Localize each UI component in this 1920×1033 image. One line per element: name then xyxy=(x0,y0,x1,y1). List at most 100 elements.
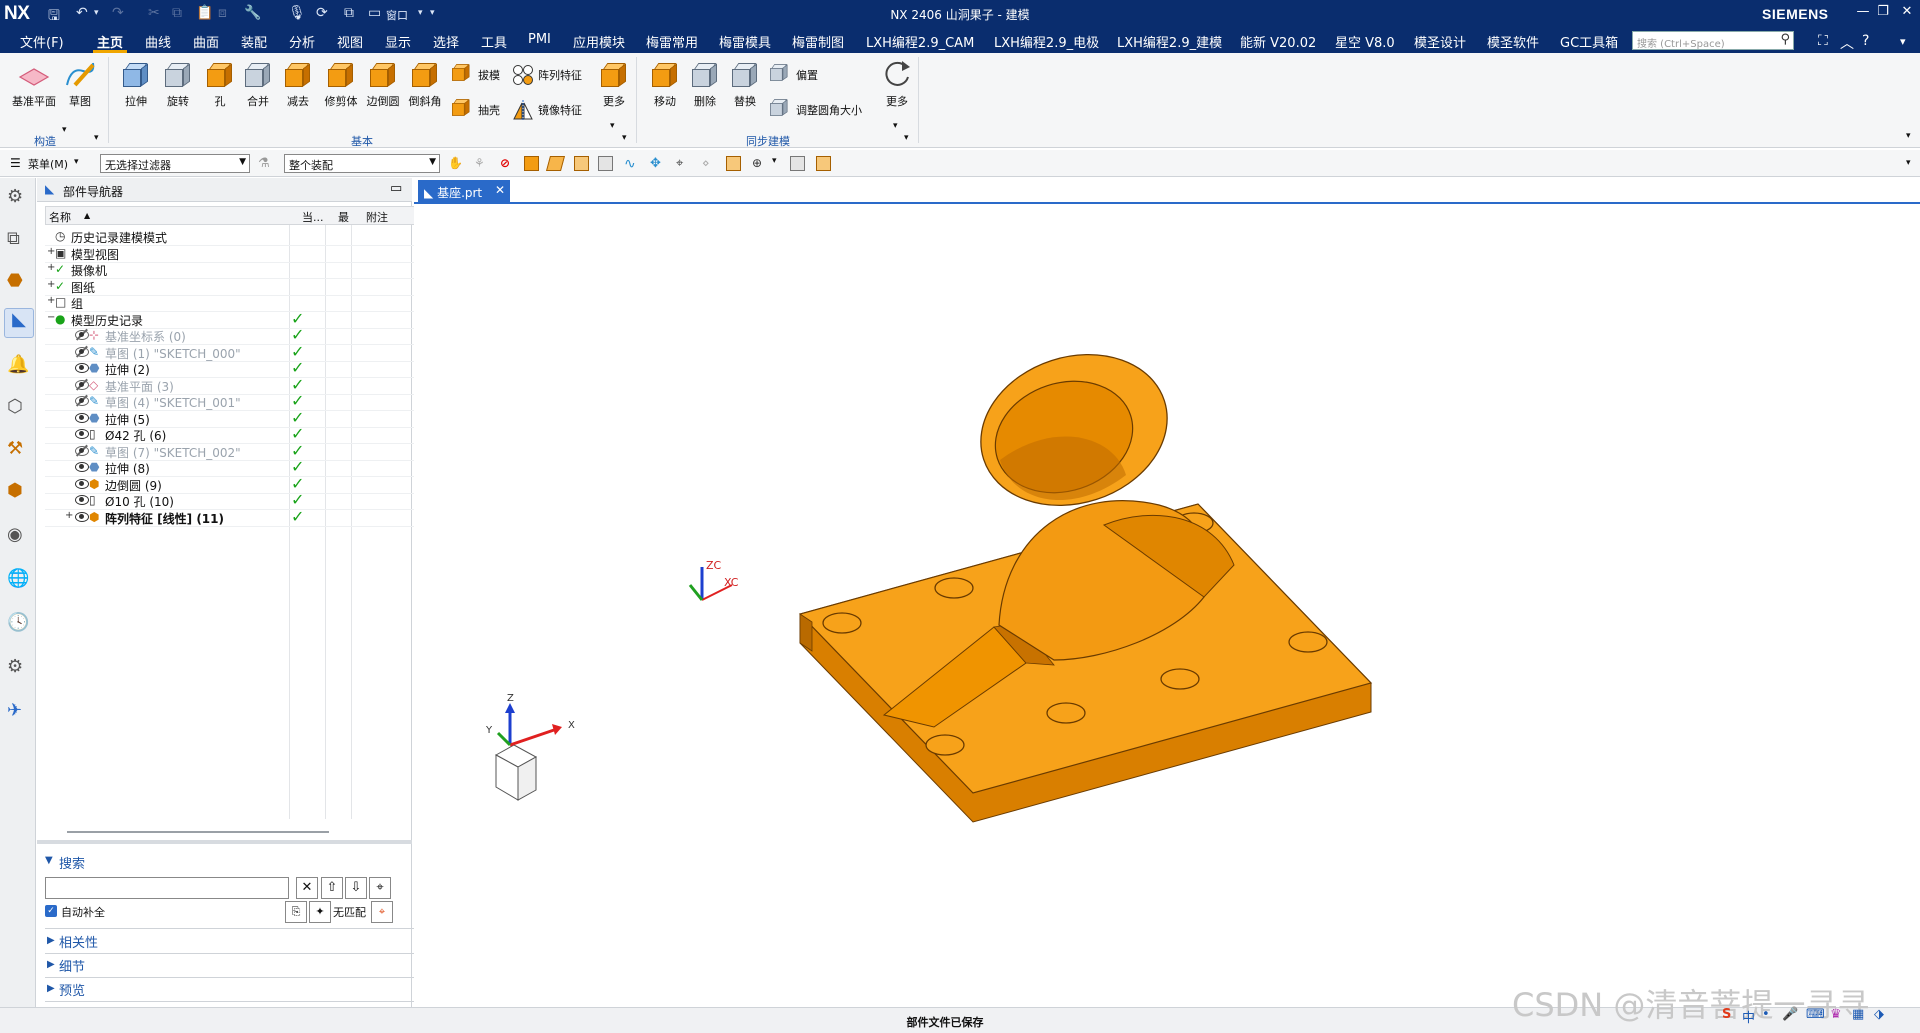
menu-tools[interactable]: 工具 xyxy=(481,32,507,51)
select-all-icon[interactable]: ✋ xyxy=(448,156,463,171)
toolbar-options-icon[interactable]: ▾ xyxy=(1906,158,1911,168)
roles-icon[interactable]: ⚙ xyxy=(7,656,31,680)
search-options-icon[interactable]: ⌖ xyxy=(369,877,391,899)
visible-eye-icon[interactable] xyxy=(75,511,89,522)
assembly-navigator-icon[interactable]: ⧉ xyxy=(7,228,31,252)
construct-group-dropdown-icon[interactable]: ▾ xyxy=(94,133,99,143)
navigator-column-header[interactable]: 名称 ▲ 当... 最 附注 xyxy=(45,206,443,225)
reuse-library-icon[interactable]: ⬡ xyxy=(7,396,31,420)
search-section-title[interactable]: 搜索 xyxy=(59,853,85,872)
feature-filter-icon[interactable] xyxy=(574,156,589,171)
sync-group-dropdown-icon[interactable]: ▾ xyxy=(904,133,909,143)
expand-search-icon[interactable]: ▼ xyxy=(45,855,53,866)
menu-dropdown-icon[interactable]: ▾ xyxy=(74,157,79,167)
trim-body-button[interactable]: 修剪体 xyxy=(320,57,362,109)
minimize-icon[interactable]: — xyxy=(1852,4,1874,24)
render-style-icon[interactable] xyxy=(816,156,831,171)
hidden-eye-icon[interactable] xyxy=(75,378,89,390)
ime-skin-icon[interactable]: ♛ xyxy=(1830,1007,1842,1031)
hole-button[interactable]: 孔 xyxy=(200,57,240,109)
restore-icon[interactable]: ❐ xyxy=(1872,4,1894,24)
hidden-eye-icon[interactable] xyxy=(75,328,89,341)
draft-button[interactable]: 拔模 xyxy=(452,64,500,86)
menu-meilei-common[interactable]: 梅雷常用 xyxy=(646,32,698,51)
find-next-icon[interactable]: ⇩ xyxy=(345,877,367,899)
edge-blend-button[interactable]: 边倒圆 xyxy=(362,57,404,109)
unite-button[interactable]: 合并 xyxy=(238,57,278,109)
ime-more-icon[interactable]: ⬗ xyxy=(1874,1007,1884,1031)
chamfer-button[interactable]: 倒斜角 xyxy=(404,57,446,109)
shell-button[interactable]: 抽壳 xyxy=(452,99,500,121)
menu-surface[interactable]: 曲面 xyxy=(193,32,219,51)
snap-face-icon[interactable] xyxy=(726,156,741,171)
snap-grid-icon[interactable]: ⊕ xyxy=(752,156,767,171)
pattern-feature-button[interactable]: 阵列特征 xyxy=(512,64,582,86)
mirror-feature-button[interactable]: 镜像特征 xyxy=(512,99,582,121)
ime-toolbox-icon[interactable]: ▦ xyxy=(1852,1007,1864,1031)
menu-hamburger-icon[interactable]: ☰ xyxy=(10,156,21,170)
sync-more-dropdown-icon[interactable]: ▾ xyxy=(893,121,898,131)
history-palette-icon[interactable]: ◉ xyxy=(7,524,31,548)
replace-face-button[interactable]: 替换 xyxy=(724,57,766,109)
highlight-results-icon[interactable]: ⎘ xyxy=(285,901,307,923)
menu-meilei-drafting[interactable]: 梅雷制图 xyxy=(792,32,844,51)
basic-group-dropdown-icon[interactable]: ▾ xyxy=(622,133,627,143)
details-section[interactable]: 细节 xyxy=(59,956,85,975)
process-studio-icon[interactable]: 🌐 xyxy=(7,568,31,592)
expand-preview-icon[interactable]: ▶ xyxy=(47,983,55,994)
wildcard-icon[interactable]: ✦ xyxy=(309,901,331,923)
menu-select[interactable]: 选择 xyxy=(433,32,459,51)
revolve-button[interactable]: 旋转 xyxy=(158,57,198,109)
body-filter-icon[interactable] xyxy=(598,156,613,171)
fullscreen-icon[interactable]: ⛶ xyxy=(1818,33,1828,49)
snap-endpoint-icon[interactable]: ⋄ xyxy=(702,156,717,171)
hidden-eye-icon[interactable] xyxy=(75,345,89,357)
menu-analysis[interactable]: 分析 xyxy=(289,32,315,51)
menu-assembly[interactable]: 装配 xyxy=(241,32,267,51)
close-icon[interactable]: ✕ xyxy=(1896,4,1918,24)
part-navigator-icon[interactable]: ◣ xyxy=(4,308,34,338)
menu-gc-toolbox[interactable]: GC工具箱 xyxy=(1560,32,1618,51)
snap-dropdown-icon[interactable]: ▾ xyxy=(772,156,787,171)
expand-details-icon[interactable]: ▶ xyxy=(47,959,55,970)
menu-lxh-modeling[interactable]: LXH编程2.9_建模 xyxy=(1117,32,1222,51)
ime-logo-icon[interactable]: S xyxy=(1722,1007,1731,1031)
column-current[interactable]: 当... xyxy=(302,209,324,225)
menu-xingkong[interactable]: 星空 V8.0 xyxy=(1335,32,1395,51)
basic-more-dropdown-icon[interactable]: ▾ xyxy=(610,121,615,131)
sketch-dropdown-icon[interactable]: ▾ xyxy=(62,125,67,135)
menu-view[interactable]: 视图 xyxy=(337,32,363,51)
menu-mosheng-software[interactable]: 模圣软件 xyxy=(1487,32,1539,51)
visible-eye-icon[interactable] xyxy=(75,428,89,439)
solid-body-filter-icon[interactable] xyxy=(524,156,539,171)
part-model[interactable] xyxy=(798,331,1373,823)
close-tab-icon[interactable]: ✕ xyxy=(495,183,505,197)
menu-display[interactable]: 显示 xyxy=(385,32,411,51)
menu-curve[interactable]: 曲线 xyxy=(145,32,171,51)
help-icon[interactable]: ? xyxy=(1862,33,1869,49)
web-browser-icon[interactable]: ⬢ xyxy=(7,480,31,504)
hd3d-tools-icon[interactable]: ⚒ xyxy=(7,438,31,462)
sort-ascending-icon[interactable]: ▲ xyxy=(84,211,90,220)
point-filter-icon[interactable]: ✥ xyxy=(650,156,665,171)
menu-mosheng-design[interactable]: 模圣设计 xyxy=(1414,32,1466,51)
match-options-icon[interactable]: ⌖ xyxy=(371,901,393,923)
auto-complete-checkbox[interactable]: ✓ xyxy=(45,905,57,917)
tree-row[interactable]: + ⬢ 阵列特征 [线性] (11) ✓ xyxy=(45,507,443,527)
hidden-eye-icon[interactable] xyxy=(75,444,89,456)
navigator-search-input[interactable] xyxy=(45,877,289,899)
graphics-window[interactable]: ZC XC Z X Y xyxy=(414,205,1920,1007)
menu-home[interactable]: 主页 xyxy=(97,32,123,51)
sketch-button[interactable]: 草图 xyxy=(62,57,98,109)
show-hide-icon[interactable] xyxy=(790,156,805,171)
menu-lxh-cam[interactable]: LXH编程2.9_CAM xyxy=(866,32,974,51)
subtract-button[interactable]: 减去 xyxy=(278,57,318,109)
collapse-ribbon-icon[interactable]: ︿ xyxy=(1840,33,1854,53)
visible-eye-icon[interactable] xyxy=(75,412,89,423)
clear-search-icon[interactable]: ✕ xyxy=(296,877,318,899)
menu-button[interactable]: 菜单(M) xyxy=(28,156,68,172)
menu-meilei-mold[interactable]: 梅雷模具 xyxy=(719,32,771,51)
settings-icon[interactable]: ⚙ xyxy=(7,186,31,210)
deselect-icon[interactable]: ⚘ xyxy=(474,156,489,171)
filter-funnel-icon[interactable]: ⚗ xyxy=(258,156,270,171)
